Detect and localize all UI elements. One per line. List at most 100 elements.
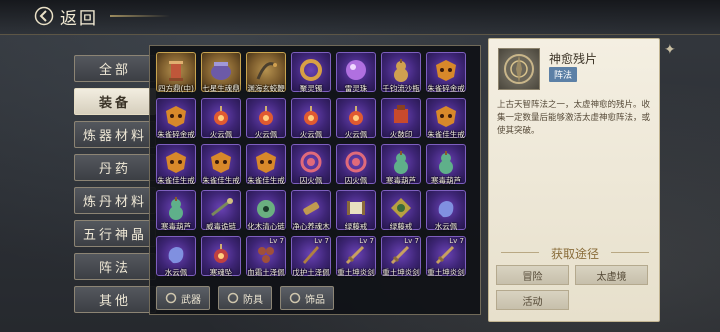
filter-button-2[interactable]: 饰品: [280, 286, 334, 310]
item-name: 囚火佩: [299, 176, 323, 185]
item-name: 净心养魂木: [292, 222, 330, 231]
inventory-slot[interactable]: 千钧流沙瓶: [381, 52, 421, 94]
inventory-slot[interactable]: 朱雀碎金戒: [156, 98, 196, 140]
item-name: 火云佩: [344, 130, 368, 139]
inventory-slot[interactable]: 七星生魂鼎: [201, 52, 241, 94]
item-level: Lv 7: [404, 237, 419, 245]
cauldron-icon: [211, 62, 231, 80]
item-name: 四方鼎(中): [158, 84, 194, 93]
item-level: Lv 7: [449, 237, 464, 245]
inventory-slot[interactable]: 四方鼎(中): [156, 52, 196, 94]
inventory-slot[interactable]: 囚火佩: [336, 144, 376, 186]
orb-icon: [346, 60, 366, 80]
inventory-slot[interactable]: 火云佩: [246, 98, 286, 140]
inventory-slot[interactable]: 绿藤戒: [336, 190, 376, 232]
acquire-event-button[interactable]: 活动: [496, 290, 569, 310]
tab-2[interactable]: 炼器材料: [74, 121, 156, 148]
inventory-slot[interactable]: Lv 7 重土坤炎剑: [426, 236, 466, 278]
mask-icon: [166, 152, 186, 173]
item-name: 水云佩: [434, 222, 458, 231]
mask-icon: [436, 60, 456, 81]
inventory-slot[interactable]: Lv 7 血霜土泽佩: [246, 236, 286, 278]
item-name: 朱雀佳生戒: [427, 130, 465, 139]
pendant-icon: [214, 244, 228, 263]
gourd-icon: [394, 59, 408, 82]
pendant-icon: [304, 106, 318, 125]
whip-icon: [256, 62, 277, 80]
acquire-taixu-button[interactable]: 太虚境: [575, 265, 648, 285]
category-tabs: 全部装备炼器材料丹药炼丹材料五行神晶阵法其他: [74, 55, 156, 319]
mask-icon: [436, 106, 456, 127]
inventory-slot[interactable]: 聚灵镯: [291, 52, 331, 94]
mask-icon: [211, 152, 231, 173]
gourd-icon: [394, 151, 408, 174]
sword-icon: [165, 292, 177, 304]
inventory-slot[interactable]: 威毒诡链: [201, 190, 241, 232]
gourd-icon: [439, 151, 453, 174]
item-name: 火云佩: [254, 130, 278, 139]
inventory-panel: 四方鼎(中) 七星生魂鼎 渊海玄蛟鞭 聚灵镯 雷灵珠 千钧流沙瓶 朱雀碎金戒 朱雀碎金戒 火云佩…: [149, 45, 481, 315]
inventory-slot[interactable]: 火云佩: [336, 98, 376, 140]
filter-button-0[interactable]: 武器: [156, 286, 210, 310]
header-flourish: [110, 15, 170, 17]
wood-icon: [303, 202, 320, 215]
tab-4[interactable]: 炼丹材料: [74, 187, 156, 214]
inventory-grid: 四方鼎(中) 七星生魂鼎 渊海玄蛟鞭 聚灵镯 雷灵珠 千钧流沙瓶 朱雀碎金戒 朱雀碎金戒 火云佩…: [156, 52, 466, 278]
inventory-slot[interactable]: 寒毒葫芦: [156, 190, 196, 232]
inventory-slot[interactable]: 水云佩: [426, 190, 466, 232]
armor-icon: [227, 292, 239, 304]
inventory-slot[interactable]: 水云佩: [156, 236, 196, 278]
corner-ornament-icon: ✦: [664, 42, 676, 58]
item-detail-thumbnail: [498, 48, 540, 90]
top-bar: 返回: [0, 0, 720, 35]
back-button[interactable]: 返回: [34, 4, 98, 29]
jade-icon: [257, 200, 275, 218]
item-name: 渊海玄蛟鞭: [247, 84, 285, 93]
acquire-adventure-button[interactable]: 冒险: [496, 265, 569, 285]
tab-6[interactable]: 阵法: [74, 253, 156, 280]
inventory-slot[interactable]: 寒毒葫芦: [426, 144, 466, 186]
inventory-slot[interactable]: 化木清心链: [246, 190, 286, 232]
item-name: 朱雀碎金戒: [427, 84, 465, 93]
inventory-slot[interactable]: Lv 7 戊护土泽佩: [291, 236, 331, 278]
item-name: 聚灵镯: [299, 84, 323, 93]
inventory-slot[interactable]: 火鼓印: [381, 98, 421, 140]
back-label: 返回: [60, 8, 98, 29]
item-name: 绿藤戒: [389, 222, 413, 231]
tab-1[interactable]: 装备: [74, 88, 156, 115]
tab-0[interactable]: 全部: [74, 55, 156, 82]
inventory-slot[interactable]: 朱雀佳生戒: [246, 144, 286, 186]
inventory-slot[interactable]: 寒魂坠: [201, 236, 241, 278]
acquire-title: 获取途径: [550, 247, 599, 261]
item-name: 朱雀佳生戒: [247, 176, 285, 185]
inventory-slot[interactable]: 火云佩: [291, 98, 331, 140]
inventory-slot[interactable]: 雷灵珠: [336, 52, 376, 94]
tab-3[interactable]: 丹药: [74, 154, 156, 181]
filter-label: 武器: [181, 294, 201, 306]
fragment-icon: [504, 54, 534, 84]
inventory-slot[interactable]: 朱雀碎金戒: [426, 52, 466, 94]
seal-icon: [394, 105, 408, 123]
inventory-slot[interactable]: 绿藤戒: [381, 190, 421, 232]
inventory-slot[interactable]: 渊海玄蛟鞭: [246, 52, 286, 94]
item-type-badge: 阵法: [549, 67, 578, 82]
pendant-icon: [349, 106, 363, 125]
scroll-icon: [347, 201, 365, 215]
item-name: 重土坤炎剑: [337, 268, 375, 277]
inventory-slot[interactable]: 朱雀佳生戒: [156, 144, 196, 186]
item-name: 火鼓印: [389, 130, 413, 139]
inventory-slot[interactable]: 净心养魂木: [291, 190, 331, 232]
filter-label: 防具: [243, 294, 263, 306]
inventory-slot[interactable]: Lv 7 重土坤炎剑: [381, 236, 421, 278]
inventory-slot[interactable]: Lv 7 重土坤炎剑: [336, 236, 376, 278]
tab-7[interactable]: 其他: [74, 286, 156, 313]
inventory-slot[interactable]: 火云佩: [201, 98, 241, 140]
inventory-slot[interactable]: 囚火佩: [291, 144, 331, 186]
inventory-slot[interactable]: 朱雀佳生戒: [426, 98, 466, 140]
tab-5[interactable]: 五行神晶: [74, 220, 156, 247]
item-name: 寒毒葫芦: [386, 176, 416, 185]
inventory-slot[interactable]: 朱雀佳生戒: [201, 144, 241, 186]
item-name: 重土坤炎剑: [427, 268, 465, 277]
filter-button-1[interactable]: 防具: [218, 286, 272, 310]
inventory-slot[interactable]: 寒毒葫芦: [381, 144, 421, 186]
